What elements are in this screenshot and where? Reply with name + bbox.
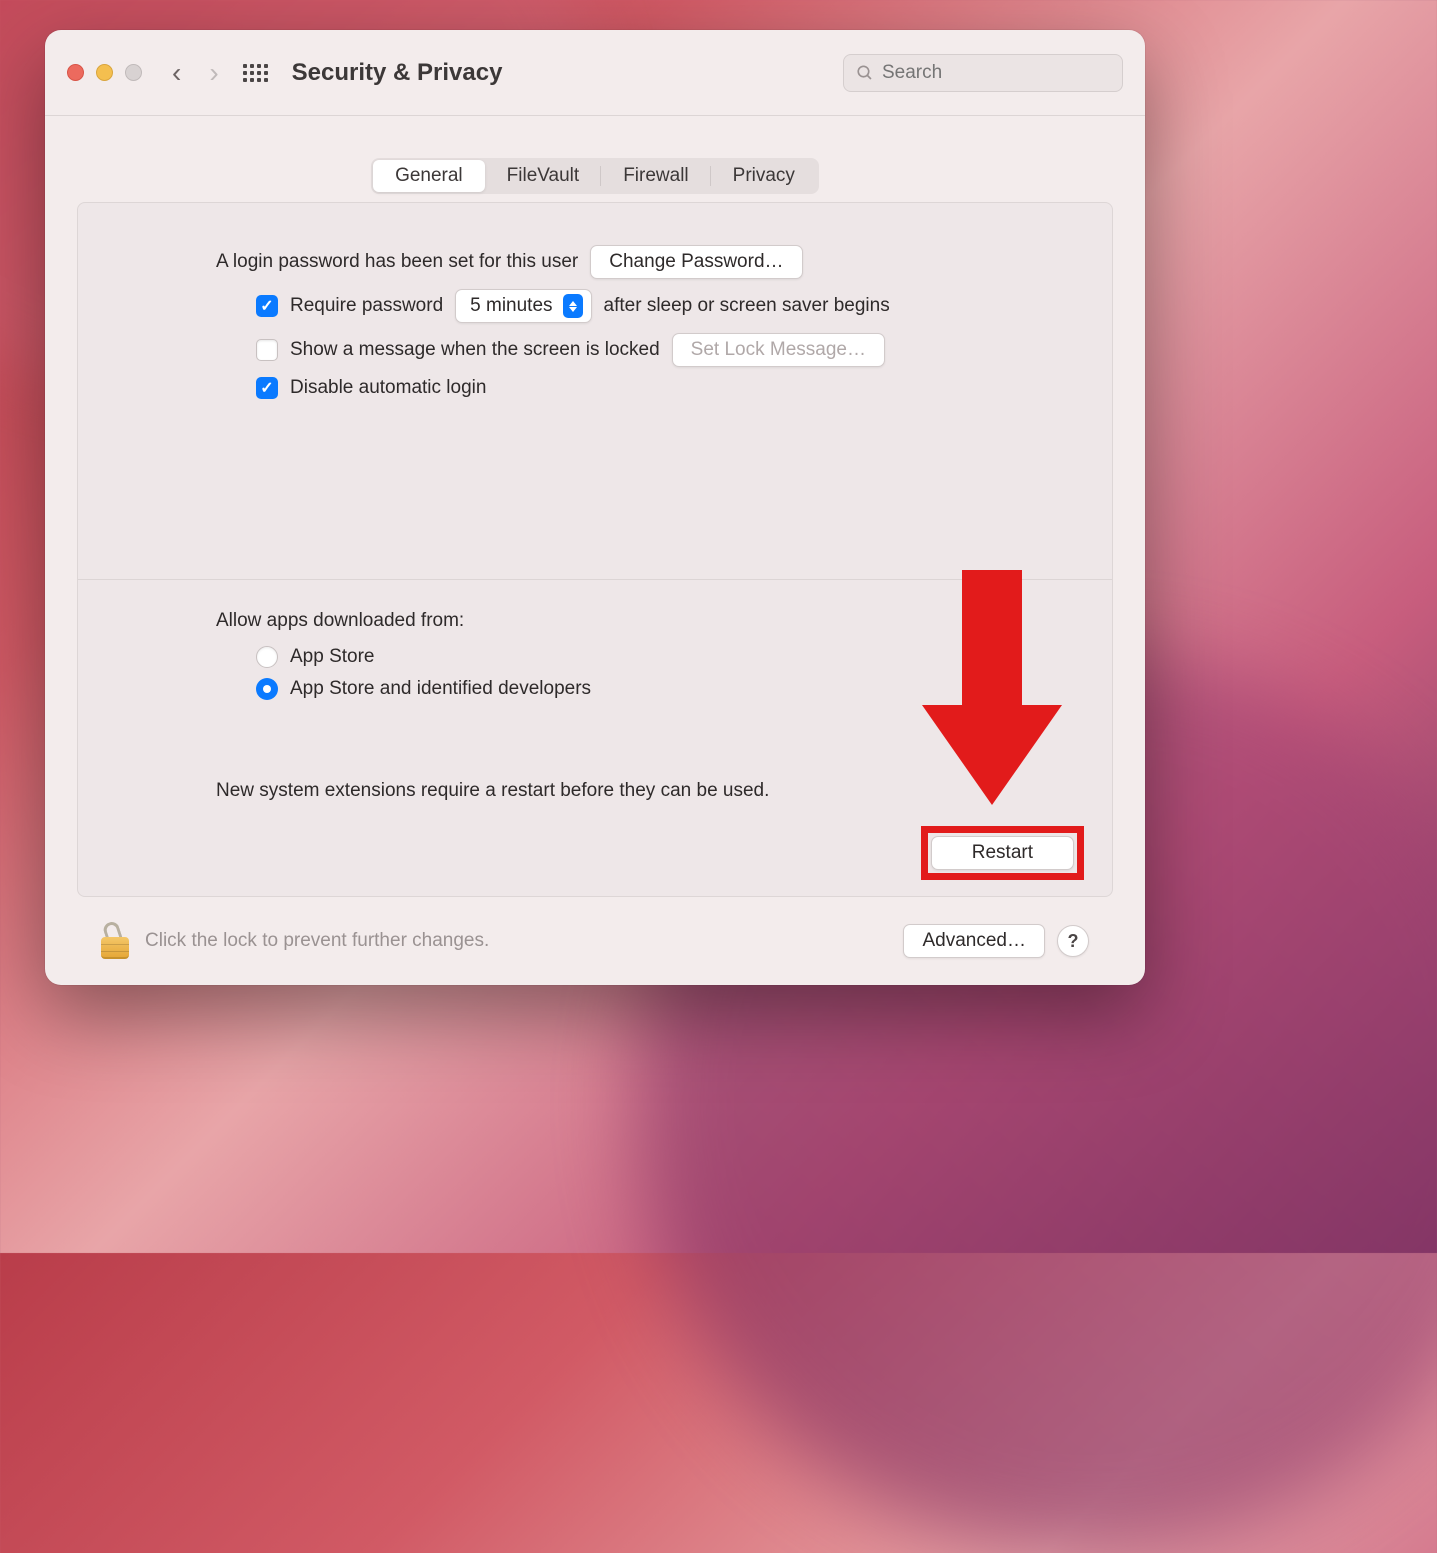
system-preferences-window: ‹ › Security & Privacy General FileVault… bbox=[45, 30, 1145, 985]
footer: Click the lock to prevent further change… bbox=[77, 897, 1113, 985]
radio-app-store-identified-label: App Store and identified developers bbox=[290, 678, 591, 700]
extensions-message: New system extensions require a restart … bbox=[216, 780, 769, 802]
annotation-highlight: Restart bbox=[921, 826, 1084, 880]
require-password-checkbox[interactable] bbox=[256, 295, 278, 317]
search-field[interactable] bbox=[843, 54, 1123, 92]
radio-app-store-label: App Store bbox=[290, 646, 375, 668]
lock-icon[interactable] bbox=[101, 923, 131, 959]
zoom-button[interactable] bbox=[125, 64, 142, 81]
change-password-button[interactable]: Change Password… bbox=[590, 245, 802, 279]
window-title: Security & Privacy bbox=[292, 59, 503, 87]
password-delay-value: 5 minutes bbox=[470, 295, 552, 317]
help-button[interactable]: ? bbox=[1057, 925, 1089, 957]
forward-button[interactable]: › bbox=[209, 59, 218, 87]
close-button[interactable] bbox=[67, 64, 84, 81]
back-button[interactable]: ‹ bbox=[172, 59, 181, 87]
tab-filevault[interactable]: FileVault bbox=[485, 160, 602, 192]
titlebar: ‹ › Security & Privacy bbox=[45, 30, 1145, 116]
content-area: General FileVault Firewall Privacy A log… bbox=[45, 116, 1145, 985]
tab-general[interactable]: General bbox=[373, 160, 485, 192]
settings-panel: A login password has been set for this u… bbox=[77, 202, 1113, 897]
radio-app-store[interactable] bbox=[256, 646, 278, 668]
require-password-label: Require password bbox=[290, 295, 443, 317]
tab-privacy[interactable]: Privacy bbox=[711, 160, 817, 192]
tab-bar: General FileVault Firewall Privacy bbox=[371, 158, 819, 194]
after-sleep-label: after sleep or screen saver begins bbox=[604, 295, 890, 317]
tab-firewall[interactable]: Firewall bbox=[601, 160, 710, 192]
disable-auto-login-label: Disable automatic login bbox=[290, 377, 486, 399]
search-input[interactable] bbox=[882, 62, 1110, 84]
show-all-icon[interactable] bbox=[243, 64, 268, 82]
traffic-lights bbox=[67, 64, 142, 81]
search-icon bbox=[856, 63, 874, 83]
lock-text: Click the lock to prevent further change… bbox=[145, 930, 489, 952]
show-message-checkbox[interactable] bbox=[256, 339, 278, 361]
set-lock-message-button[interactable]: Set Lock Message… bbox=[672, 333, 885, 367]
password-set-label: A login password has been set for this u… bbox=[216, 251, 578, 273]
minimize-button[interactable] bbox=[96, 64, 113, 81]
chevron-updown-icon bbox=[563, 294, 583, 318]
disable-auto-login-checkbox[interactable] bbox=[256, 377, 278, 399]
show-message-label: Show a message when the screen is locked bbox=[290, 339, 660, 361]
annotation-arrow-icon bbox=[922, 570, 1062, 810]
advanced-button[interactable]: Advanced… bbox=[903, 924, 1045, 958]
radio-app-store-identified[interactable] bbox=[256, 678, 278, 700]
restart-button[interactable]: Restart bbox=[931, 836, 1074, 870]
password-delay-select[interactable]: 5 minutes bbox=[455, 289, 591, 323]
